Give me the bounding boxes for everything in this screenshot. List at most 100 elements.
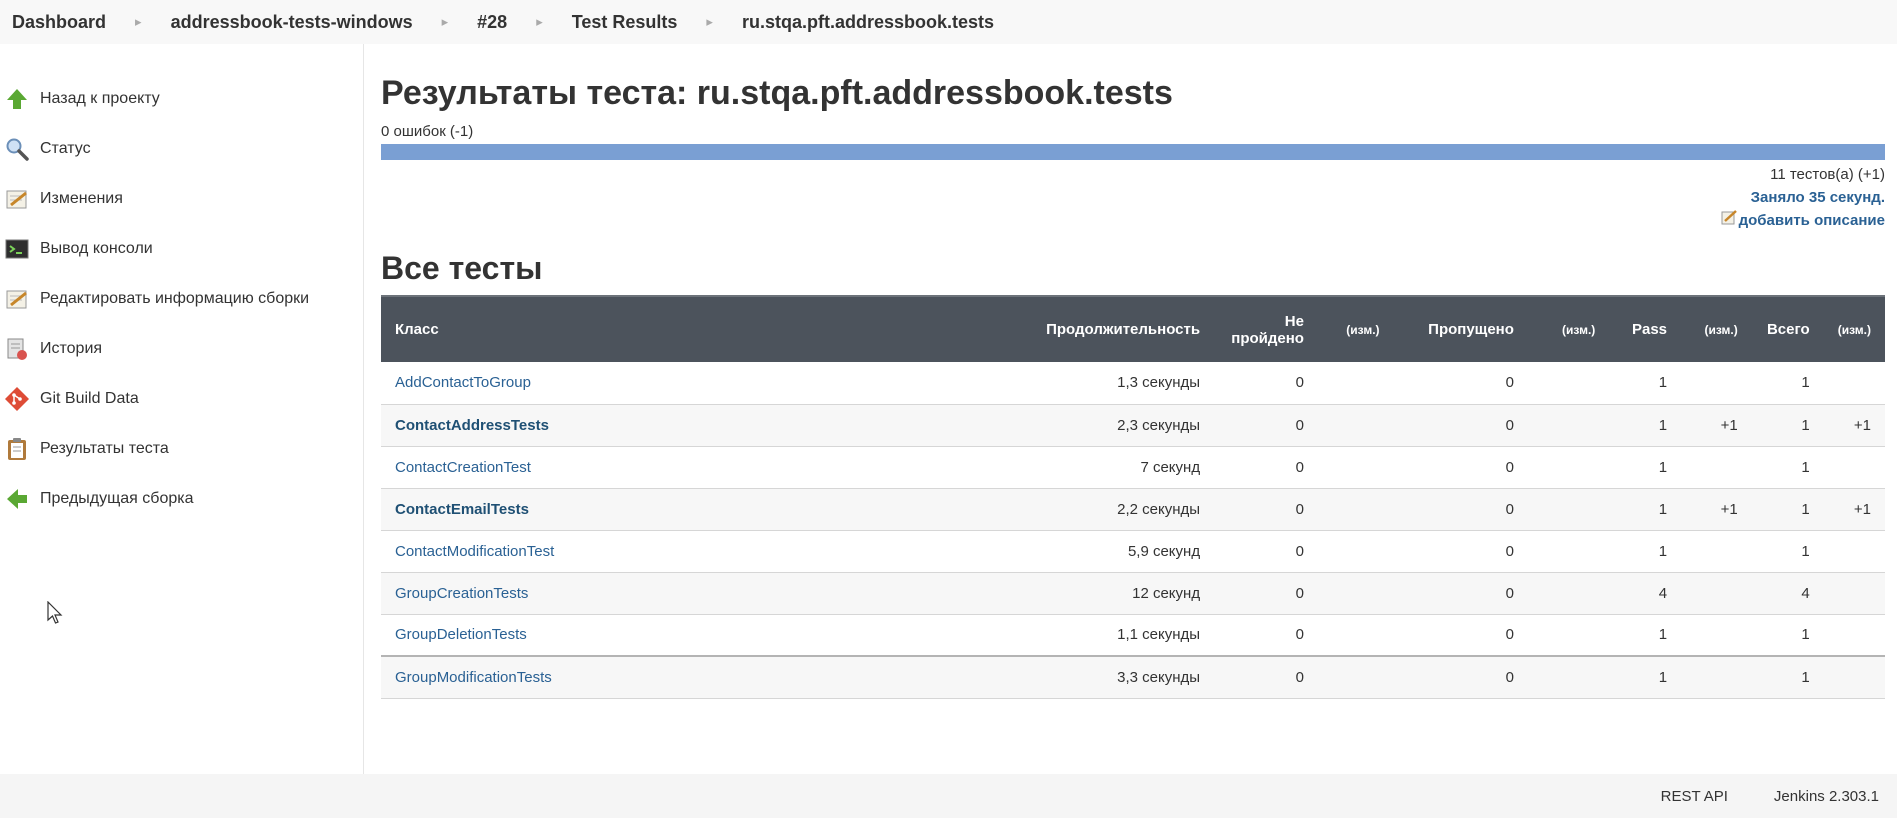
column-header-class[interactable]: Класс — [381, 295, 1002, 363]
table-row: GroupCreationTests 12 секунд 0 0 4 4 — [381, 572, 1885, 615]
sidebar-item-history[interactable]: История — [4, 324, 309, 374]
class-link[interactable]: ContactEmailTests — [395, 501, 529, 518]
sidebar-item-status[interactable]: Статус — [4, 124, 309, 174]
breadcrumb-link-package[interactable]: ru.stqa.pft.addressbook.tests — [742, 12, 994, 33]
rest-api-link[interactable]: REST API — [1661, 788, 1728, 805]
arrow-up-icon — [4, 86, 30, 112]
sidebar-item-back-to-project[interactable]: Назад к проекту — [4, 74, 309, 124]
class-link[interactable]: GroupCreationTests — [395, 585, 528, 602]
duration-link[interactable]: Заняло 35 секунд. — [1751, 189, 1885, 206]
breadcrumb-link-build[interactable]: #28 — [477, 12, 507, 33]
cell-duration: 1,1 секунды — [1001, 614, 1215, 657]
table-header-row: Класс Продолжительность Не пройдено (изм… — [381, 295, 1885, 363]
add-description-link[interactable]: добавить описание — [1721, 209, 1885, 232]
cell-total-diff — [1823, 655, 1885, 699]
class-link[interactable]: ContactModificationTest — [395, 543, 554, 560]
clipboard-icon — [4, 436, 30, 462]
column-header-failed[interactable]: Не пройдено — [1214, 295, 1318, 363]
sidebar-item-console-output[interactable]: Вывод консоли — [4, 224, 309, 274]
breadcrumb: Dashboard ▸ addressbook-tests-windows ▸ … — [0, 0, 1897, 44]
cell-skipped-diff — [1527, 572, 1610, 615]
chevron-right-icon[interactable]: ▸ — [135, 14, 142, 30]
cell-failed-diff — [1317, 655, 1394, 699]
cell-failed-diff — [1317, 362, 1394, 405]
cell-pass-diff — [1681, 446, 1752, 489]
column-header-duration[interactable]: Продолжительность — [1001, 295, 1215, 363]
cell-duration: 2,3 секунды — [1001, 404, 1215, 447]
class-link[interactable]: GroupModificationTests — [395, 669, 552, 686]
cell-duration: 3,3 секунды — [1001, 655, 1215, 699]
cell-skipped: 0 — [1393, 488, 1528, 531]
cell-duration: 12 секунд — [1001, 572, 1215, 615]
column-header-skipped-diff[interactable]: (изм.) — [1527, 295, 1610, 363]
sidebar-item-edit-build-info[interactable]: Редактировать информацию сборки — [4, 274, 309, 324]
table-row: GroupDeletionTests 1,1 секунды 0 0 1 1 — [381, 614, 1885, 657]
table-row: ContactAddressTests 2,3 секунды 0 0 1 +1… — [381, 404, 1885, 447]
cell-pass: 1 — [1609, 362, 1682, 405]
class-link[interactable]: ContactCreationTest — [395, 459, 531, 476]
class-link[interactable]: GroupDeletionTests — [395, 626, 527, 643]
cell-class: GroupDeletionTests — [381, 614, 1002, 657]
column-header-total[interactable]: Всего — [1751, 295, 1824, 363]
cell-failed: 0 — [1214, 572, 1318, 615]
cell-total: 1 — [1751, 404, 1824, 447]
cell-total: 1 — [1751, 362, 1824, 405]
cell-pass-diff: +1 — [1681, 404, 1752, 447]
table-row: ContactCreationTest 7 секунд 0 0 1 1 — [381, 446, 1885, 489]
sidebar-item-changes[interactable]: Изменения — [4, 174, 309, 224]
table-row: ContactEmailTests 2,2 секунды 0 0 1 +1 1… — [381, 488, 1885, 531]
chevron-right-icon[interactable]: ▸ — [706, 14, 713, 30]
column-header-pass-diff[interactable]: (изм.) — [1681, 295, 1752, 363]
notepad-icon — [4, 286, 30, 312]
breadcrumb-link-job[interactable]: addressbook-tests-windows — [171, 12, 413, 33]
sidebar-item-test-results[interactable]: Результаты теста — [4, 424, 309, 474]
arrow-left-icon — [4, 486, 30, 512]
sidebar-item-label: Редактировать информацию сборки — [40, 290, 310, 307]
cell-class: ContactAddressTests — [381, 404, 1002, 447]
breadcrumb-item-job: addressbook-tests-windows ▸ — [171, 12, 478, 33]
sidebar-item-git-build-data[interactable]: Git Build Data — [4, 374, 309, 424]
sidebar-item-label: Назад к проекту — [40, 90, 160, 107]
cell-skipped: 0 — [1393, 655, 1528, 699]
column-header-skipped[interactable]: Пропущено — [1393, 295, 1528, 363]
cell-skipped-diff — [1527, 655, 1610, 699]
cell-failed: 0 — [1214, 488, 1318, 531]
cell-failed-diff — [1317, 446, 1394, 489]
cell-duration: 5,9 секунд — [1001, 530, 1215, 573]
git-icon — [4, 386, 30, 412]
jenkins-version-link[interactable]: Jenkins 2.303.1 — [1774, 788, 1879, 805]
table-row: ContactModificationTest 5,9 секунд 0 0 1… — [381, 530, 1885, 573]
sidebar-list: Назад к проекту Статус Изменения Вывод к… — [4, 74, 309, 524]
sidebar-item-previous-build[interactable]: Предыдущая сборка — [4, 474, 309, 524]
sidebar-item-label: Изменения — [40, 190, 123, 207]
column-header-total-diff[interactable]: (изм.) — [1823, 295, 1885, 363]
sidebar-item-label: Статус — [40, 140, 91, 157]
cell-total: 1 — [1751, 446, 1824, 489]
mouse-cursor-icon — [47, 600, 63, 630]
table-row: AddContactToGroup 1,3 секунды 0 0 1 1 — [381, 362, 1885, 405]
chevron-right-icon[interactable]: ▸ — [442, 14, 449, 30]
cell-pass-diff — [1681, 614, 1752, 657]
add-description-label: добавить описание — [1738, 212, 1885, 230]
breadcrumb-item-dashboard: Dashboard ▸ — [12, 12, 171, 33]
cell-pass: 4 — [1609, 572, 1682, 615]
cell-duration: 2,2 секунды — [1001, 488, 1215, 531]
cell-pass-diff: +1 — [1681, 488, 1752, 531]
column-header-pass[interactable]: Pass — [1609, 295, 1682, 363]
sidebar-item-label: Предыдущая сборка — [40, 490, 194, 507]
breadcrumb-link-test-results[interactable]: Test Results — [572, 12, 678, 33]
terminal-icon — [4, 236, 30, 262]
cell-pass: 1 — [1609, 446, 1682, 489]
footer: REST API Jenkins 2.303.1 — [0, 774, 1897, 818]
column-header-failed-diff[interactable]: (изм.) — [1317, 295, 1394, 363]
chevron-right-icon[interactable]: ▸ — [536, 14, 543, 30]
cell-skipped: 0 — [1393, 404, 1528, 447]
breadcrumb-link-dashboard[interactable]: Dashboard — [12, 12, 106, 33]
class-link[interactable]: ContactAddressTests — [395, 417, 549, 434]
table-row: GroupModificationTests 3,3 секунды 0 0 1… — [381, 655, 1885, 699]
magnifier-icon — [4, 136, 30, 162]
class-link[interactable]: AddContactToGroup — [395, 374, 531, 391]
cell-total-diff — [1823, 530, 1885, 573]
cell-total-diff — [1823, 614, 1885, 657]
cell-total-diff: +1 — [1823, 404, 1885, 447]
